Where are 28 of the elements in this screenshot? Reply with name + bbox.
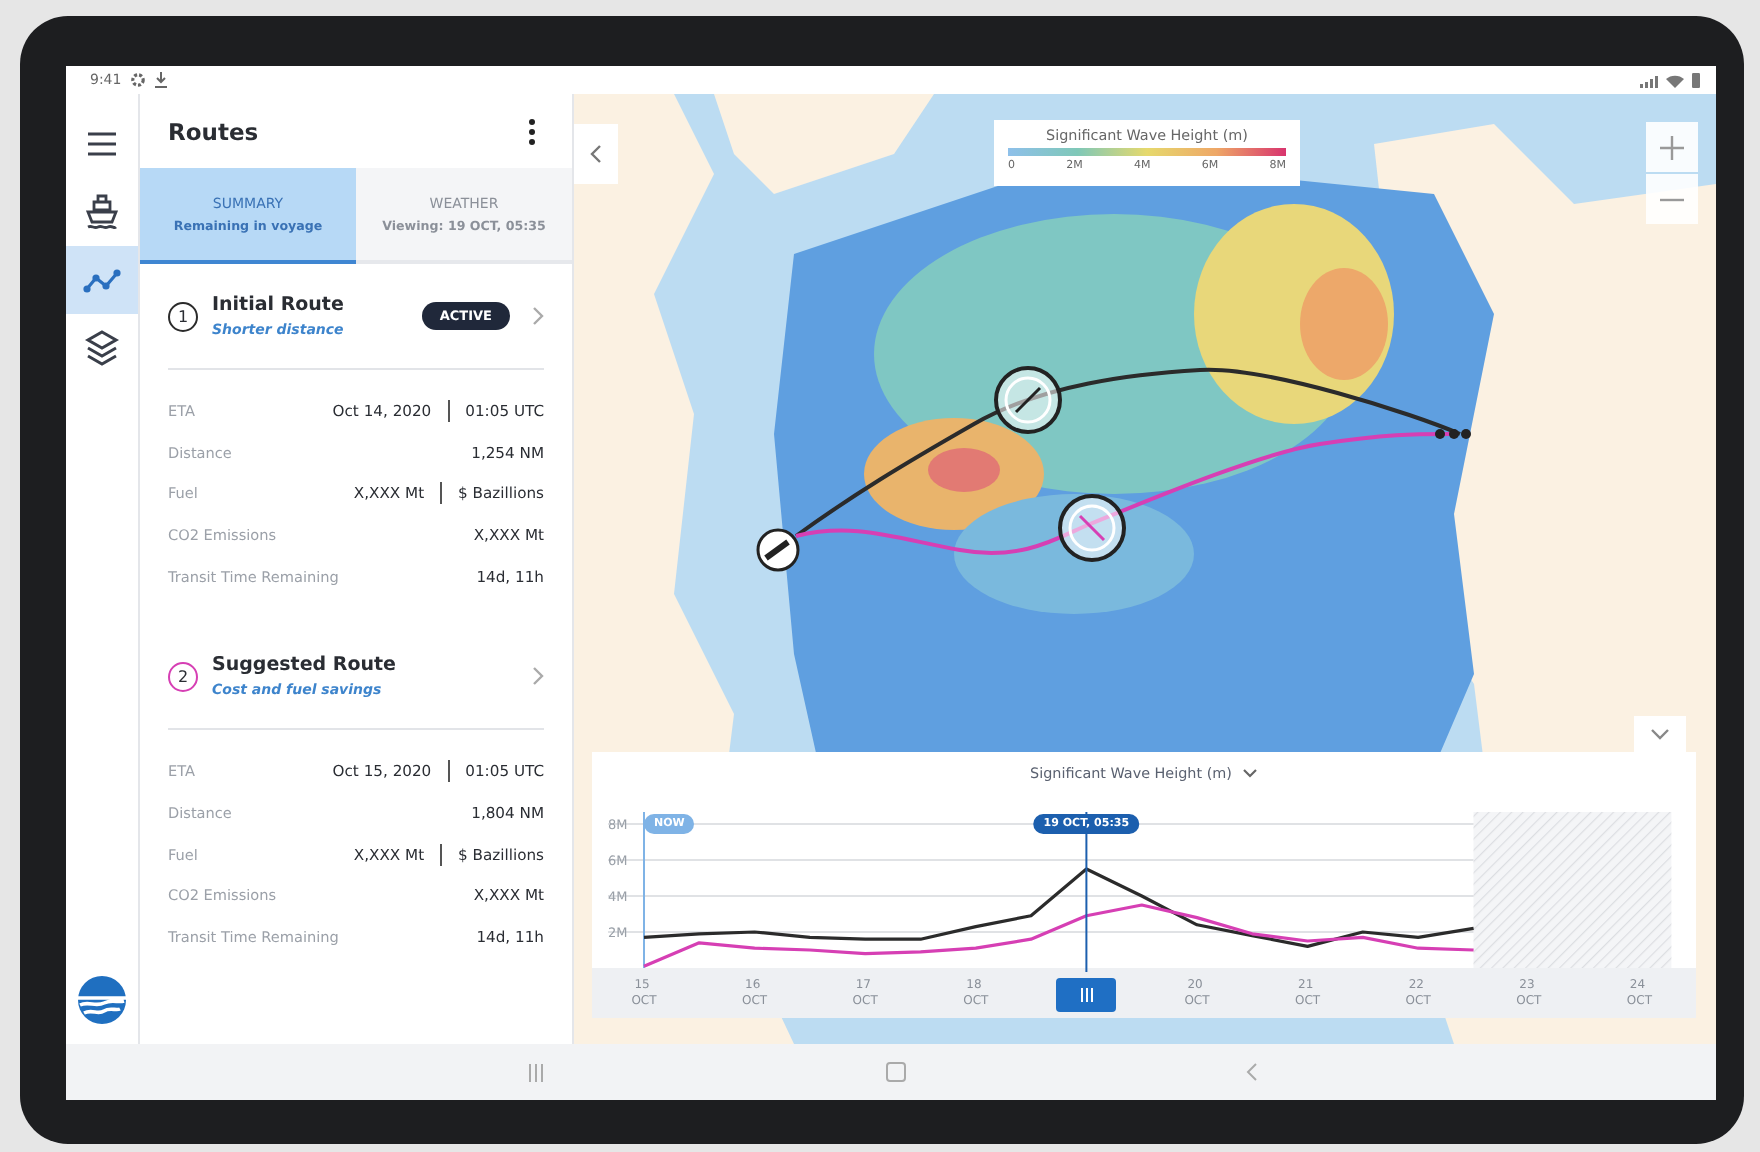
waypoint-marker[interactable] [994, 366, 1062, 434]
destination-marker[interactable] [1435, 429, 1471, 439]
chevron-down-icon[interactable] [1241, 767, 1258, 777]
chevron-down-icon[interactable] [1650, 728, 1670, 740]
waypoint-marker[interactable] [1058, 494, 1126, 562]
route-name: Initial Route [212, 294, 346, 316]
chevron-left-icon[interactable] [590, 144, 602, 164]
collapse-chart-button[interactable] [1634, 716, 1686, 752]
route-name: Suggested Route [212, 654, 398, 677]
plus-icon[interactable] [1660, 135, 1684, 159]
chevron-right-icon[interactable] [532, 666, 544, 687]
timeline-handle[interactable] [1056, 978, 1117, 1012]
grip-icon[interactable] [1079, 988, 1094, 1002]
zoom-in-button[interactable] [1646, 122, 1698, 172]
wifi-icon [1666, 73, 1684, 87]
ship-icon [82, 192, 122, 232]
wave-logo-icon [78, 976, 126, 1024]
layers-icon [82, 328, 122, 368]
route-line[interactable] [794, 368, 1461, 538]
route-number: 1 [168, 301, 198, 331]
vessel-marker[interactable] [756, 528, 800, 572]
battery-icon [1692, 72, 1700, 88]
download-icon [153, 72, 168, 88]
panel-title: Routes [168, 117, 259, 145]
kebab-icon[interactable] [528, 117, 536, 145]
route-number: 2 [168, 661, 198, 692]
signal-icon [1638, 73, 1658, 87]
chevron-right-icon[interactable] [532, 306, 544, 326]
